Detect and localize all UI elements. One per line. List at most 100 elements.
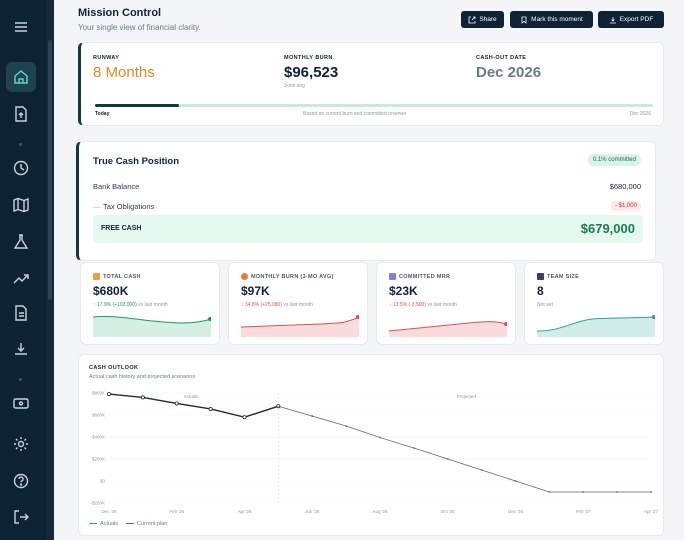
progress-note: Based on current burn and committed reve… [303,111,407,117]
x-tick-label: Apr '26 [237,509,252,514]
sidebar-scroll-thumb[interactable] [48,40,52,300]
wallet-icon[interactable] [6,388,36,418]
cashout-value: Dec 2026 [476,64,542,81]
chart-icon [389,273,396,280]
x-tick-label: Feb '27 [576,509,591,514]
cashout-label: CASH-OUT DATE [476,55,527,61]
kpi-card-team-size: TEAM SIZE 8 Not set [524,262,664,345]
download-icon [609,16,616,23]
cashout-stat: CASH-OUT DATE Dec 2026 [476,55,541,81]
money-bag-icon [93,273,100,280]
mark-moment-label: Mark this moment [531,16,583,23]
share-button[interactable]: Share [461,11,504,28]
runway-progress-track [95,104,653,107]
burn-stat: MONTHLY BURN $96,523 3-mo avg [284,55,338,89]
page-title: Mission Control [78,7,162,19]
actuals-annotation: Actuals [184,394,200,399]
map-icon[interactable] [6,190,36,220]
kpi-delta-suffix: Not set [537,302,553,308]
cash-position-card: True Cash Position 0.1% committed Bank B… [76,141,656,261]
kpi-sparkline [389,321,507,337]
data-point [242,415,247,420]
kpi-label: COMMITTED MRR [399,273,451,280]
series-line-current-plan [278,405,651,493]
share-label: Share [479,16,497,23]
runway-stat: RUNWAY 8 Months [93,55,155,81]
progress-start-label: Today [95,111,110,117]
y-tick-label: $200K [92,457,105,462]
kpi-delta: ↑ 34.8% (+25,080) vs last month [241,302,313,308]
legend-actuals-label: Actuals [100,521,119,527]
kpi-sparkline [93,316,211,337]
divider-dot [19,378,22,381]
x-tick-label: Dec '25 [101,509,117,514]
bank-balance-value: $680,000 [609,182,641,191]
kpi-delta-value: ↑ 17.9% (+103,000) [93,302,137,308]
data-point [311,415,314,417]
trend-icon[interactable] [6,264,36,294]
runway-label: RUNWAY [93,55,120,61]
y-tick-label: $800K [92,391,105,396]
sidebar [0,0,54,540]
x-tick-label: Aug '26 [372,509,388,514]
tax-obligations-value: - $1,000 [610,201,641,211]
page-subtitle: Your single view of financial clarity. [78,23,201,32]
x-tick-label: Feb '26 [169,509,184,514]
data-point [379,436,381,439]
free-cash-value: $679,000 [580,221,635,236]
export-pdf-label: Export PDF [619,16,654,23]
y-tick-label: $600K [92,413,105,418]
legend-actuals[interactable]: Actuals [89,521,118,527]
y-tick-label: $400K [92,435,105,440]
kpi-delta-suffix: vs last month [138,302,168,308]
menu-icon[interactable] [6,12,36,42]
kpi-card-committed-mrr: COMMITTED MRR $23K ↓ 13.5% (-3,500) vs l… [376,262,516,345]
upload-file-icon[interactable] [6,99,36,129]
kpi-label: MONTHLY BURN (3-MO AVG) [251,273,334,280]
kpi-delta-value: ↑ 34.8% (+25,080) [241,302,282,308]
data-point [650,491,652,493]
kpi-sparkline [241,315,359,337]
kpi-delta: ↓ 13.5% (-3,500) vs last month [389,302,457,308]
gear-icon[interactable] [6,429,36,459]
cash-outlook-card: CASH OUTLOOK Actual cash history and pro… [78,354,664,536]
kpi-delta-value: ↓ 13.5% (-3,500) [389,302,426,308]
cash-position-title: True Cash Position [93,156,180,167]
burn-label: MONTHLY BURN [284,55,333,61]
data-point [480,469,483,471]
data-point [140,395,145,400]
kpi-delta-suffix: vs last month [427,302,457,308]
export-pdf-button[interactable]: Export PDF [598,11,664,28]
data-point [412,447,415,449]
share-icon [468,16,476,23]
kpi-delta-suffix: vs last month [283,302,313,308]
people-icon [537,273,544,280]
legend-current-plan[interactable]: Current plan [126,521,167,527]
bookmark-icon [521,16,527,24]
kpi-delta: ↑ 17.9% (+103,000) vs last month [93,302,168,308]
data-point [345,425,348,427]
kpi-value: 8 [537,284,544,298]
document-icon[interactable] [6,298,36,328]
flask-icon[interactable] [6,227,36,257]
kpi-sparkline [537,315,655,337]
home-icon[interactable] [6,62,36,92]
kpi-value: $680K [93,284,129,298]
projected-annotation: Projected [457,394,477,399]
data-point [446,458,449,460]
download-icon[interactable] [6,334,36,364]
free-cash-row: FREE CASH $679,000 [93,215,643,243]
free-cash-label: FREE CASH [101,225,142,232]
x-tick-label: Dec '26 [508,509,524,514]
mark-moment-button[interactable]: Mark this moment [510,11,593,28]
logout-icon[interactable] [6,502,36,532]
help-icon[interactable] [6,466,36,496]
kpi-value: $23K [389,284,418,298]
data-point [208,406,213,411]
data-point [548,491,551,493]
x-tick-label: Jun '26 [305,509,320,514]
clock-icon[interactable] [6,153,36,183]
fire-icon [241,273,248,280]
kpi-label: TOTAL CASH [103,273,141,280]
bank-balance-label: Bank Balance [93,182,140,191]
